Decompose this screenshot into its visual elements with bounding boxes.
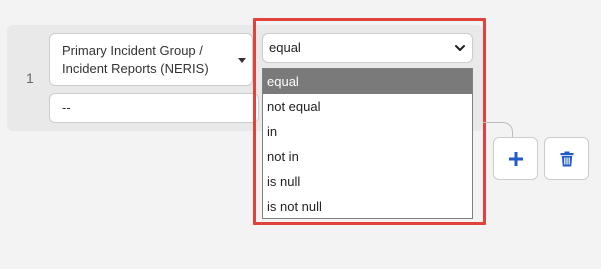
query-builder: 1 Primary Incident Group / Incident Repo… (0, 0, 601, 269)
option-is-null[interactable]: is null (263, 169, 472, 194)
add-filter-button[interactable] (493, 137, 538, 180)
plus-icon (508, 151, 523, 166)
trash-icon (560, 151, 573, 166)
option-not-in[interactable]: not in (263, 144, 472, 169)
group-connector (483, 122, 513, 138)
option-is-not-null[interactable]: is not null (263, 194, 472, 219)
option-not-equal[interactable]: not equal (263, 94, 472, 119)
operator-select[interactable]: equal (262, 33, 473, 63)
option-in[interactable]: in (263, 119, 472, 144)
row-index: 1 (26, 70, 34, 86)
operator-options-list: equal not equal in not in is null is not… (262, 68, 473, 219)
field-select[interactable]: Primary Incident Group / Incident Report… (49, 33, 253, 86)
field-select-label: Primary Incident Group / Incident Report… (62, 43, 209, 76)
delete-filter-button[interactable] (544, 137, 589, 180)
caret-down-icon (238, 58, 246, 63)
chevron-down-icon (455, 45, 465, 51)
operator-select-value: equal (269, 40, 301, 55)
option-equal[interactable]: equal (263, 69, 472, 94)
value-input[interactable]: -- (49, 93, 259, 123)
